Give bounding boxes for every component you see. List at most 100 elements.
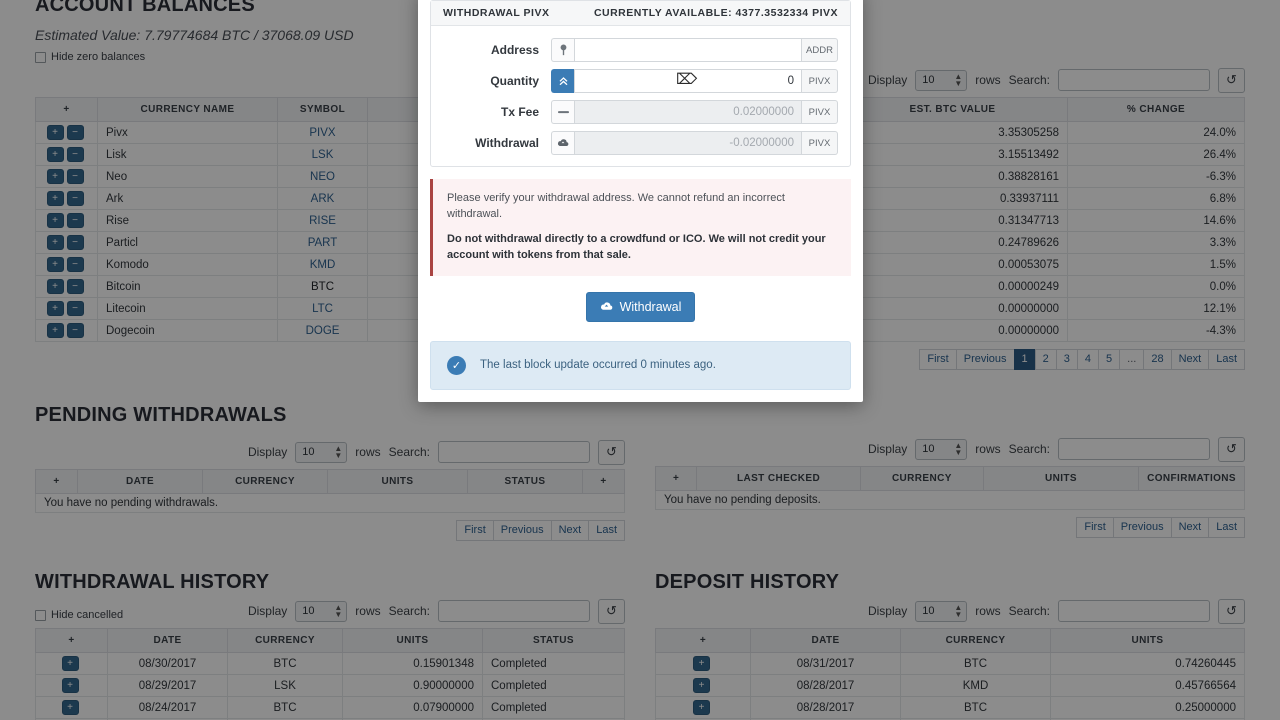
row-actions[interactable]: + − <box>35 319 98 342</box>
col-status[interactable]: STATUS <box>482 628 625 653</box>
cell-symbol[interactable]: LSK <box>277 143 368 166</box>
cell-symbol[interactable]: LTC <box>277 297 368 320</box>
spinner-icon[interactable]: ▲ ▼ <box>954 604 962 619</box>
cell-symbol[interactable]: PIVX <box>277 121 368 144</box>
search-input[interactable] <box>438 441 590 463</box>
minus-icon[interactable]: − <box>66 147 84 162</box>
spinner-icon[interactable]: ▲ ▼ <box>334 445 342 460</box>
col-units[interactable]: UNITS <box>327 469 468 494</box>
minus-icon[interactable]: − <box>66 191 84 206</box>
refresh-icon[interactable]: ↺ <box>1218 598 1245 624</box>
pagination-1[interactable]: 1 <box>1013 349 1035 370</box>
search-input[interactable] <box>1058 600 1210 622</box>
pagination-last[interactable]: Last <box>588 520 625 541</box>
plus-icon[interactable]: + <box>693 700 710 715</box>
cell-symbol[interactable]: DOGE <box>277 319 368 342</box>
col-change[interactable]: % CHANGE <box>1067 97 1245 122</box>
cell-symbol[interactable]: ARK <box>277 187 368 210</box>
field-input-quantity[interactable]: 0 <box>574 69 802 93</box>
search-input[interactable] <box>438 600 590 622</box>
col-expand[interactable]: + <box>654 466 698 491</box>
row-actions[interactable]: + − <box>35 187 98 210</box>
minus-icon[interactable]: − <box>66 323 84 338</box>
row-actions[interactable]: + − <box>35 121 98 144</box>
plus-icon[interactable]: + <box>46 125 64 140</box>
minus-icon[interactable]: − <box>66 301 84 316</box>
pagination-previous[interactable]: Previous <box>955 349 1014 370</box>
row-expand[interactable]: + <box>655 674 751 697</box>
pagination-next[interactable]: Next <box>1170 349 1209 370</box>
col-expand[interactable]: + <box>35 628 108 653</box>
table-row[interactable]: +08/28/2017 BTC 0.25000000 <box>655 696 1245 719</box>
col-est-btc[interactable]: EST. BTC VALUE <box>837 97 1068 122</box>
rows-per-page-select[interactable]: 10 ▲ ▼ <box>915 600 968 622</box>
col-actions[interactable]: + <box>582 469 625 494</box>
col-date[interactable]: DATE <box>750 628 901 653</box>
cell-symbol[interactable]: RISE <box>277 209 368 232</box>
plus-icon[interactable]: + <box>46 301 64 316</box>
col-expand[interactable]: + <box>35 97 98 122</box>
hide-cancelled-checkbox[interactable]: Hide cancelled <box>35 609 123 621</box>
table-row[interactable]: +08/28/2017 KMD 0.45766564 <box>655 674 1245 697</box>
pagination-3[interactable]: 3 <box>1055 349 1077 370</box>
plus-icon[interactable]: + <box>46 235 64 250</box>
pagination-first[interactable]: First <box>919 349 956 370</box>
chevron-up-icon[interactable] <box>551 69 574 93</box>
checkbox-box[interactable] <box>35 609 46 621</box>
row-actions[interactable]: + − <box>35 143 98 166</box>
pagination-previous[interactable]: Previous <box>492 520 551 541</box>
row-expand[interactable]: + <box>35 674 108 697</box>
rows-per-page-select[interactable]: 10 ▲ ▼ <box>295 441 348 463</box>
checkbox-box[interactable] <box>35 51 46 63</box>
plus-icon[interactable]: + <box>46 213 64 228</box>
col-expand[interactable]: + <box>655 628 751 653</box>
pagination-last[interactable]: Last <box>1208 517 1245 538</box>
refresh-icon[interactable]: ↺ <box>1218 436 1245 462</box>
spinner-icon[interactable]: ▲ ▼ <box>954 442 962 457</box>
minus-icon[interactable]: − <box>66 257 84 272</box>
spinner-icon[interactable]: ▲ ▼ <box>954 73 962 88</box>
cell-symbol[interactable]: BTC <box>277 275 368 298</box>
pagination-last[interactable]: Last <box>1208 349 1245 370</box>
search-input[interactable] <box>1058 438 1210 460</box>
col-status[interactable]: STATUS <box>467 469 583 494</box>
plus-icon[interactable]: + <box>46 169 64 184</box>
col-currency[interactable]: CURRENCY NAME <box>97 97 278 122</box>
refresh-icon[interactable]: ↺ <box>598 598 625 624</box>
minus-icon[interactable]: − <box>66 213 84 228</box>
row-actions[interactable]: + − <box>35 231 98 254</box>
plus-icon[interactable]: + <box>46 147 64 162</box>
pagination-next[interactable]: Next <box>1170 517 1209 538</box>
minus-icon[interactable]: − <box>66 279 84 294</box>
minus-icon[interactable]: − <box>66 235 84 250</box>
row-expand[interactable]: + <box>655 652 751 675</box>
table-row[interactable]: +08/24/2017 BTC 0.07900000 Completed <box>35 696 625 719</box>
row-actions[interactable]: + − <box>35 253 98 276</box>
spinner-icon[interactable]: ▲ ▼ <box>334 604 342 619</box>
pagination-5[interactable]: 5 <box>1098 349 1120 370</box>
plus-icon[interactable]: + <box>693 656 710 671</box>
row-actions[interactable]: + − <box>35 209 98 232</box>
plus-icon[interactable]: + <box>46 191 64 206</box>
row-expand[interactable]: + <box>35 652 108 675</box>
pagination-first[interactable]: First <box>456 520 493 541</box>
table-row[interactable]: +08/30/2017 BTC 0.15901348 Completed <box>35 652 625 675</box>
cell-symbol[interactable]: KMD <box>277 253 368 276</box>
pagination-4[interactable]: 4 <box>1076 349 1099 370</box>
search-input[interactable] <box>1058 69 1210 91</box>
pagination-first[interactable]: First <box>1076 517 1113 538</box>
col-units[interactable]: UNITS <box>1050 628 1245 653</box>
pagination-next[interactable]: Next <box>550 520 589 541</box>
table-row[interactable]: +08/29/2017 LSK 0.90000000 Completed <box>35 674 625 697</box>
pagination-dotsdotsdots[interactable]: ... <box>1119 349 1144 370</box>
pagination-2[interactable]: 2 <box>1034 349 1056 370</box>
pagination-28[interactable]: 28 <box>1143 349 1171 370</box>
col-confirmations[interactable]: CONFIRMATIONS <box>1138 466 1245 491</box>
plus-icon[interactable]: + <box>61 678 79 693</box>
rows-per-page-select[interactable]: 10 ▲ ▼ <box>915 438 968 460</box>
col-symbol[interactable]: SYMBOL <box>277 97 368 122</box>
withdrawal-submit-button[interactable]: Withdrawal <box>585 291 696 322</box>
col-currency[interactable]: CURRENCY <box>900 628 1051 653</box>
rows-per-page-select[interactable]: 10 ▲ ▼ <box>915 69 968 91</box>
row-actions[interactable]: + − <box>35 165 98 188</box>
